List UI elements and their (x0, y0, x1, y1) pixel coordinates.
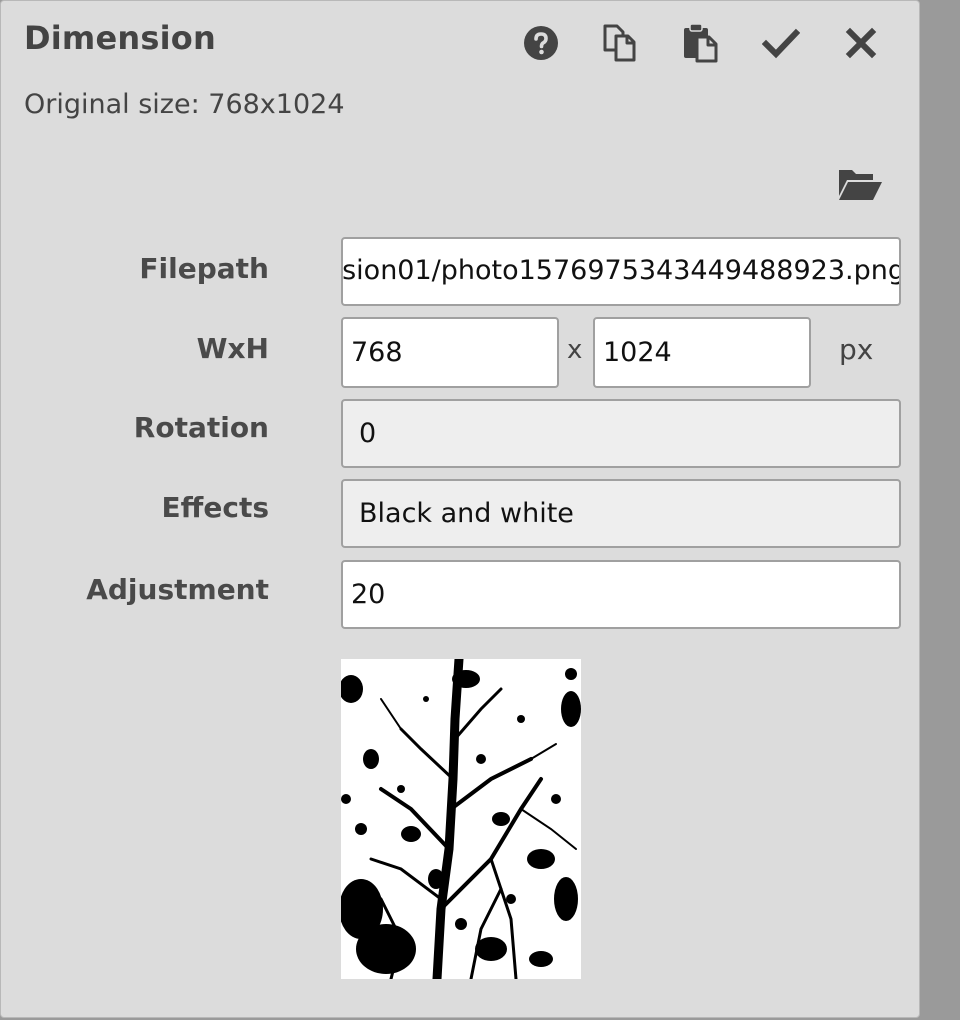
size-label: WxH (196, 332, 269, 365)
copy-button[interactable] (597, 19, 645, 67)
adjustment-label: Adjustment (86, 573, 269, 606)
paste-icon (684, 23, 718, 63)
backdrop-strip (920, 0, 960, 1020)
rotation-label: Rotation (133, 411, 269, 444)
confirm-button[interactable] (757, 19, 805, 67)
preview-image (341, 659, 581, 979)
rotation-value: 0 (359, 418, 377, 449)
width-input[interactable] (341, 317, 559, 388)
help-button[interactable] (517, 19, 565, 67)
filepath-value: dimension01/photo1576975343449488923.png (342, 255, 901, 286)
filepath-label: Filepath (139, 252, 269, 285)
size-separator: x (567, 335, 583, 365)
original-size-text: Original size: 768x1024 (24, 89, 345, 120)
adjustment-input[interactable] (341, 560, 901, 629)
effects-select[interactable]: Black and white (341, 479, 901, 548)
folder-open-icon (839, 170, 882, 200)
height-input[interactable] (593, 317, 811, 388)
dimension-dialog: Dimension Original size: 768x1024 Filepa… (0, 0, 920, 1018)
confirm-icon (762, 28, 800, 59)
effects-value: Black and white (359, 498, 574, 529)
size-unit: px (839, 333, 874, 366)
help-icon (524, 26, 558, 60)
close-icon (845, 27, 877, 59)
dialog-title: Dimension (24, 19, 216, 57)
open-folder-button[interactable] (835, 161, 885, 207)
paste-button[interactable] (677, 19, 725, 67)
rotation-select[interactable]: 0 (341, 399, 901, 468)
image-preview (341, 659, 581, 979)
close-button[interactable] (837, 19, 885, 67)
filepath-input[interactable]: dimension01/photo1576975343449488923.png (341, 237, 901, 306)
dialog-toolbar (501, 19, 901, 67)
copy-icon (603, 24, 636, 62)
effects-label: Effects (161, 491, 269, 524)
